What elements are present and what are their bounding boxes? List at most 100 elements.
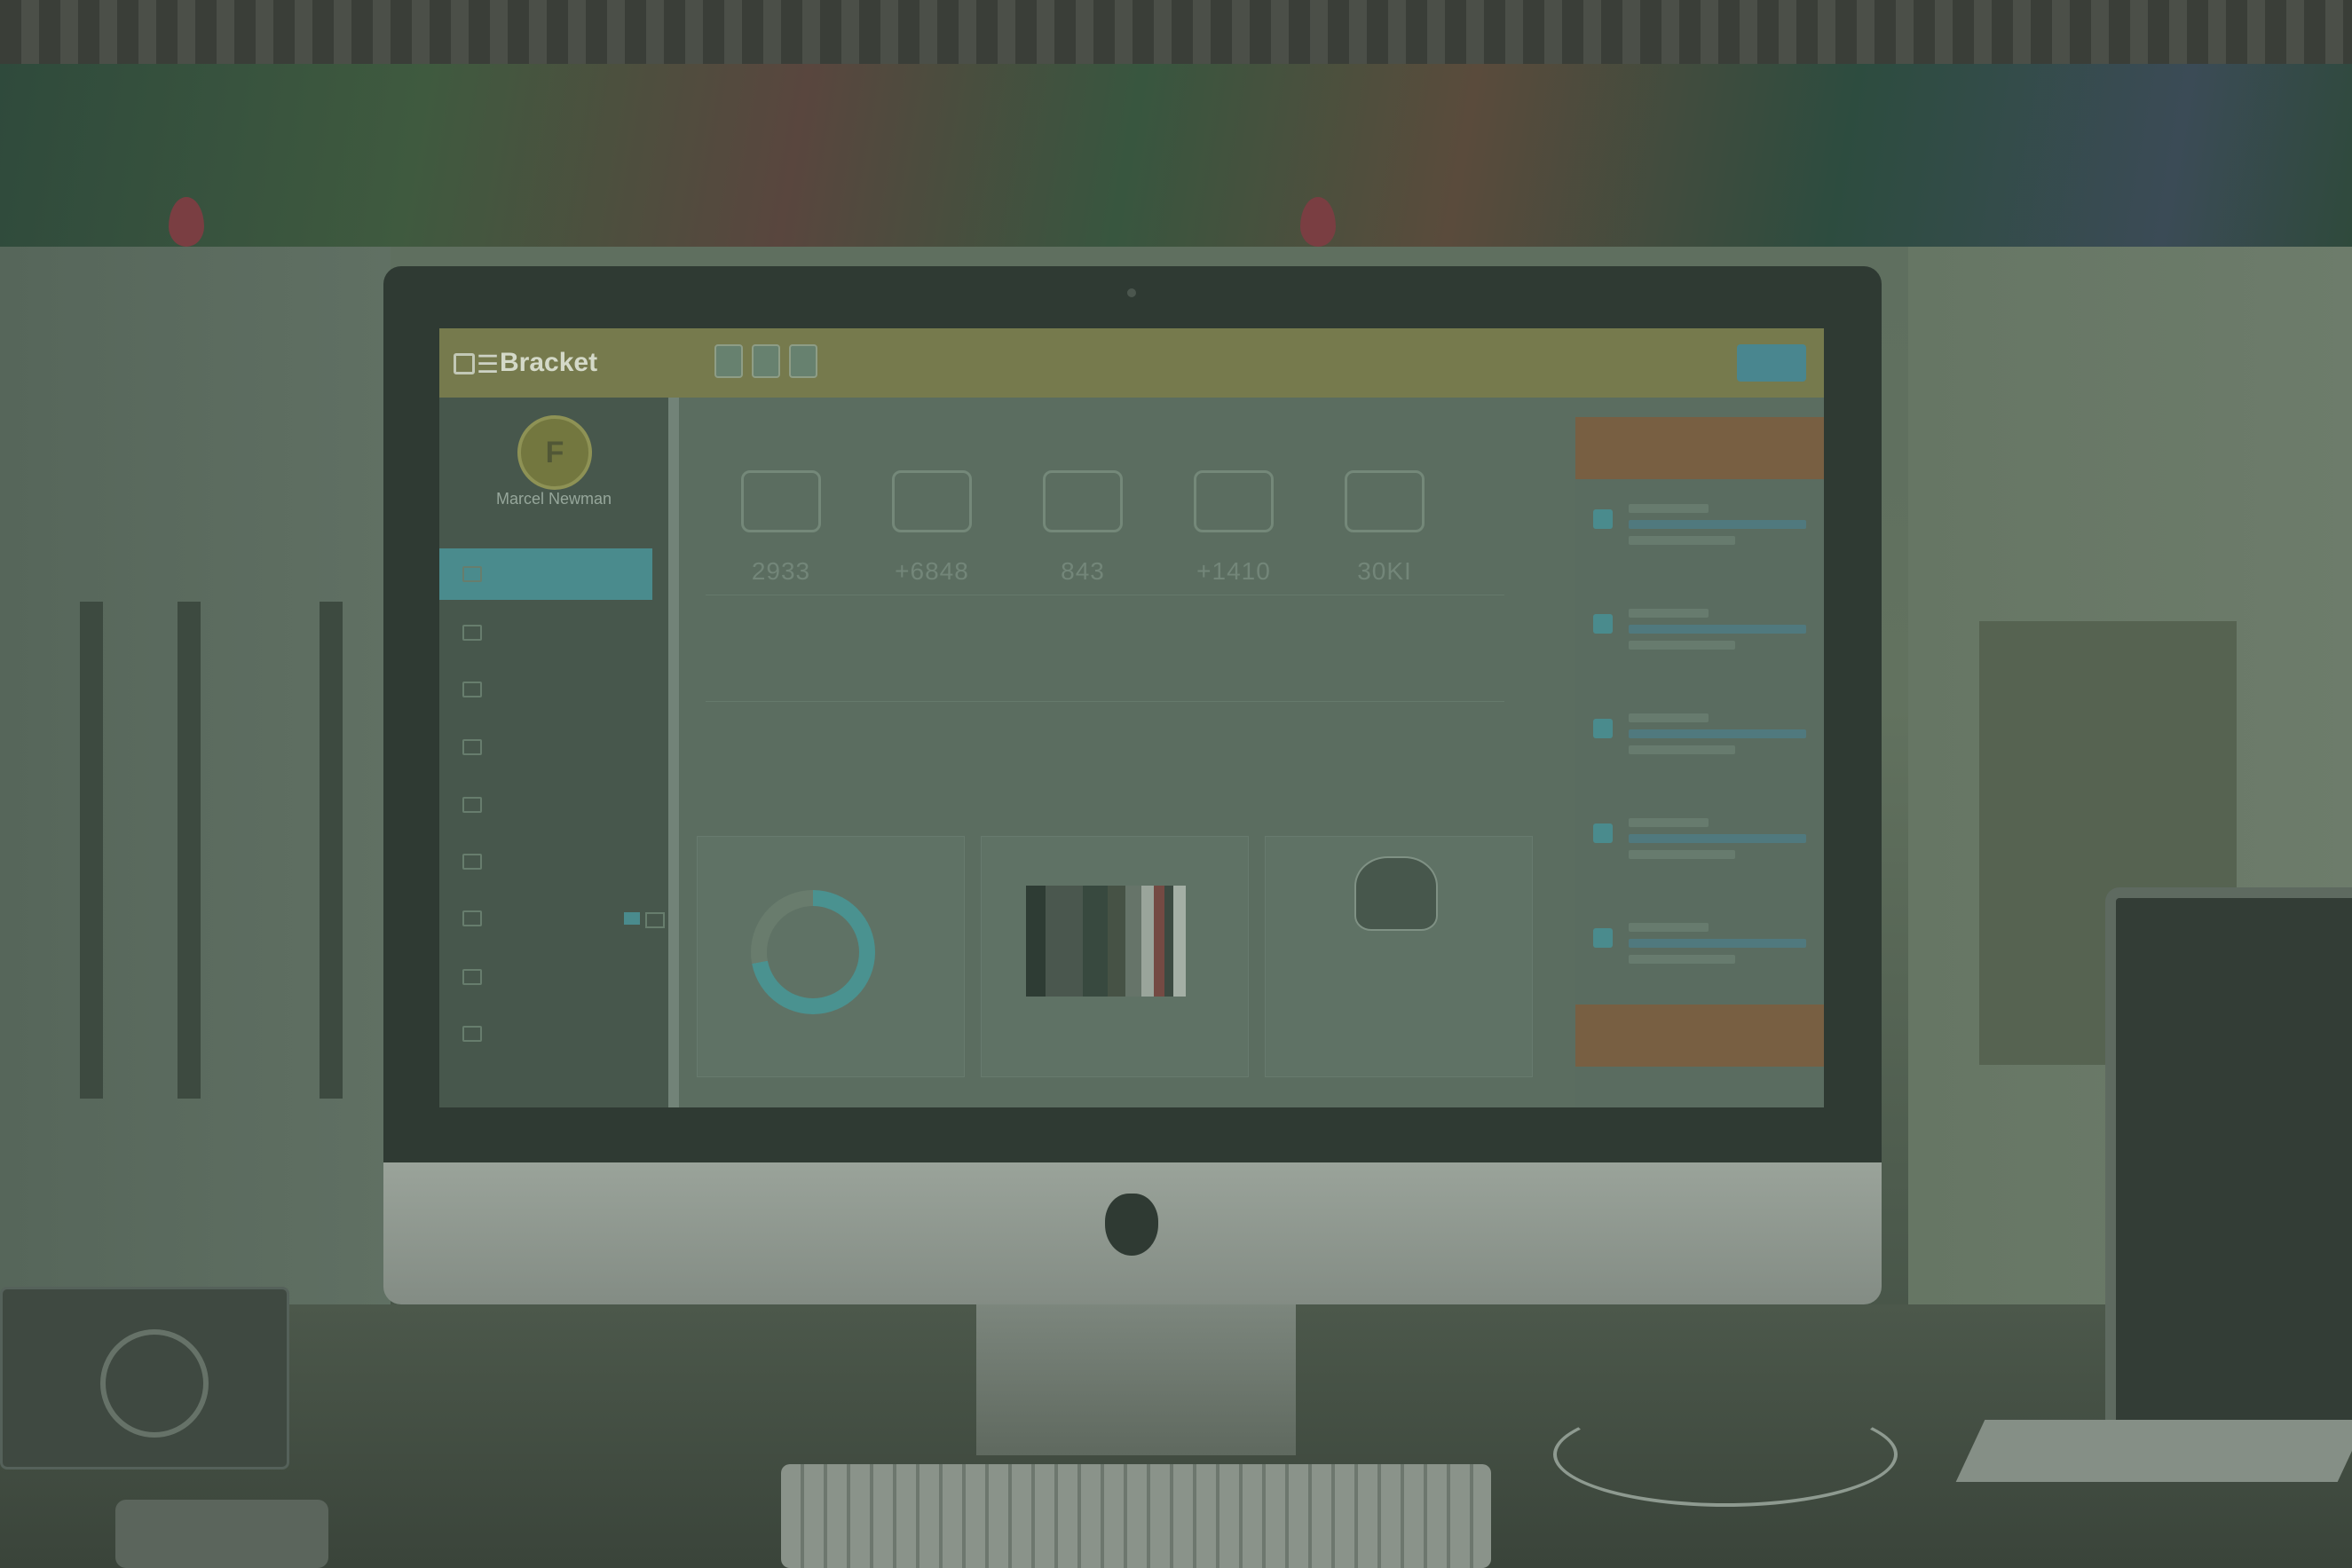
sidebar-item-1[interactable]: [439, 548, 652, 600]
sidebar-item-3[interactable]: [439, 664, 668, 715]
stat-card-5[interactable]: 30KI: [1318, 470, 1451, 586]
laptop-screen: [2105, 887, 2352, 1441]
bar-stripe: [1141, 886, 1154, 997]
forms-icon: [462, 797, 482, 813]
left-window-wall: [0, 247, 391, 1312]
feed-text-line: [1629, 504, 1709, 513]
bar-stripe: [1046, 886, 1083, 997]
badge-icon: [624, 912, 640, 925]
feed-avatar-icon: [1593, 719, 1613, 738]
stat-card-2[interactable]: +6848: [865, 470, 998, 586]
right-column: [1575, 417, 1824, 1107]
book-icon: [1043, 470, 1123, 532]
feed-avatar-icon: [1593, 928, 1613, 948]
window-frame: [320, 602, 343, 1099]
dashboard-screen: ☰ Bracket F Marcel Newman 2933 +6848 843…: [439, 328, 1824, 1107]
table-icon: [462, 854, 482, 870]
feed-item[interactable]: [1593, 504, 1815, 584]
feed-text-line: [1629, 625, 1806, 634]
user-name[interactable]: Marcel Newman: [439, 490, 668, 508]
avatar-initials: F: [545, 436, 564, 469]
sidebar-item-5[interactable]: [439, 779, 668, 831]
newspaper-icon: [1194, 470, 1274, 532]
grid-icon[interactable]: [454, 353, 475, 374]
bar-stripe: [1108, 886, 1125, 997]
stat-value: 843: [1061, 557, 1105, 585]
donut-chart: [751, 890, 875, 1014]
top-action-button[interactable]: [1737, 344, 1806, 382]
photo-camera: [0, 1287, 289, 1470]
laptop-base: [1955, 1420, 2352, 1482]
banner-left-mark: [169, 197, 204, 247]
sidebar-item-7[interactable]: [439, 893, 668, 944]
bar-stripe: [1026, 886, 1046, 997]
imac-camera: [1127, 288, 1136, 297]
feed-text-line: [1629, 520, 1806, 529]
stat-value: +6848: [895, 557, 969, 585]
earphones: [1553, 1402, 1898, 1507]
top-banner: [0, 64, 2352, 247]
profile-panel: [1265, 836, 1533, 1077]
feed-avatar-icon: [1593, 509, 1613, 529]
bar-stripes: [1026, 886, 1186, 997]
activity-header[interactable]: [1575, 417, 1824, 479]
sidebar-item-8[interactable]: [439, 951, 668, 1003]
feed-text-line: [1629, 955, 1735, 964]
feed-text-line: [1629, 939, 1806, 948]
avatar[interactable]: F: [517, 415, 592, 490]
stat-value: +1410: [1196, 557, 1271, 585]
heart-icon: [741, 470, 821, 532]
feed-avatar-icon: [1593, 823, 1613, 843]
stat-card-4[interactable]: +1410: [1167, 470, 1300, 586]
badge-outline-icon: [645, 912, 665, 928]
feed-item[interactable]: [1593, 609, 1815, 689]
stat-card-3[interactable]: 843: [1016, 470, 1149, 586]
bar-stripe: [1164, 886, 1173, 997]
stat-value: 2933: [751, 557, 811, 585]
sidebar-item-6[interactable]: [439, 836, 668, 887]
profile-photo[interactable]: [1354, 856, 1438, 931]
feed-text-line: [1629, 536, 1735, 545]
stat-card-1[interactable]: 2933: [714, 470, 848, 586]
window-frame: [178, 602, 201, 1099]
imac-stand: [976, 1304, 1296, 1455]
sidebar-item-9[interactable]: [439, 1008, 668, 1060]
bar-stripe: [1083, 886, 1108, 997]
phone: [115, 1500, 328, 1568]
sidebar-item-4[interactable]: [439, 721, 668, 773]
camera-lens: [100, 1329, 209, 1438]
secondary-header[interactable]: [1575, 1005, 1824, 1067]
components-icon: [462, 682, 482, 697]
chart-icon: [462, 969, 482, 985]
top-icon-group: [714, 344, 817, 378]
sidebar: F Marcel Newman: [439, 398, 668, 1107]
monitor-icon: [462, 625, 482, 641]
brand-logo[interactable]: Bracket: [500, 348, 597, 378]
ceiling-texture: [0, 0, 2352, 64]
feed-text-line: [1629, 609, 1709, 618]
mail-icon: [462, 910, 482, 926]
feed-item[interactable]: [1593, 818, 1815, 898]
menu-icon[interactable]: ☰: [477, 350, 499, 379]
divider: [706, 701, 1504, 702]
bar-stripe: [1154, 886, 1164, 997]
edit-icon: [462, 739, 482, 755]
feed-item[interactable]: [1593, 923, 1815, 1003]
sidebar-scrollbar[interactable]: [668, 398, 679, 1107]
main-content: 2933 +6848 843 +1410 30KI: [697, 417, 1533, 1100]
donut-panel: [697, 836, 965, 1077]
feed-text-line: [1629, 745, 1735, 754]
task-icon[interactable]: [789, 344, 817, 378]
feed-text-line: [1629, 729, 1806, 738]
notification-icon[interactable]: [714, 344, 743, 378]
feed-text-line: [1629, 818, 1709, 827]
banner-center-mark: [1300, 197, 1336, 247]
window-frame: [80, 602, 103, 1099]
stat-value: 30KI: [1357, 557, 1412, 585]
sidebar-item-2[interactable]: [439, 607, 668, 658]
donut-hole: [767, 906, 859, 998]
message-icon[interactable]: [752, 344, 780, 378]
feed-item[interactable]: [1593, 713, 1815, 793]
feed-text-line: [1629, 923, 1709, 932]
feed-avatar-icon: [1593, 614, 1613, 634]
